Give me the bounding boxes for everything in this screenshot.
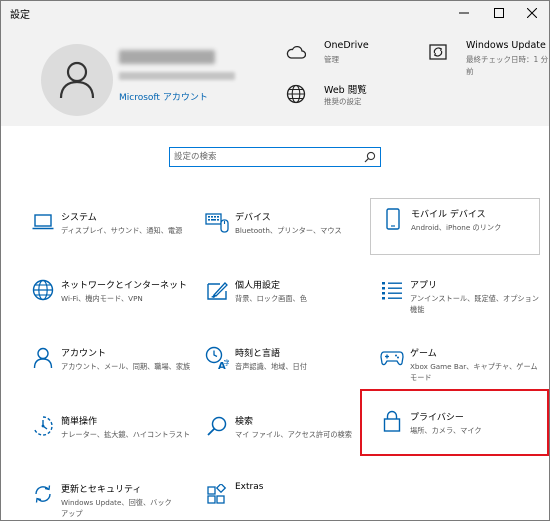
minimize-icon bbox=[459, 12, 469, 14]
onedrive-subtitle: 管理 bbox=[324, 55, 339, 64]
tile-search-subtitle: マイ ファイル、アクセス許可の検索 bbox=[235, 430, 352, 439]
tile-devices[interactable]: デバイス Bluetooth、プリンター、マウス bbox=[195, 204, 365, 256]
tile-gaming-subtitle: Xbox Game Bar、キャプチャ、ゲーム モード bbox=[410, 362, 538, 382]
tile-privacy-title: プライバシー bbox=[410, 413, 464, 423]
microsoft-account-link[interactable]: Microsoft アカウント bbox=[119, 90, 208, 103]
window-title: 設定 bbox=[10, 10, 30, 21]
windows-update-subtitle-line1: 最終チェック日時：1 分 bbox=[466, 55, 549, 64]
apps-list-icon bbox=[380, 278, 404, 302]
account-header: Microsoft アカウント OneDrive 管理 Web 閲覧 推奨の設定… bbox=[1, 25, 549, 126]
keyboard-icon bbox=[205, 210, 229, 234]
maximize-button[interactable] bbox=[482, 1, 516, 25]
close-button[interactable] bbox=[515, 1, 549, 25]
tile-mobile-devices[interactable]: モバイル デバイス Android、iPhone のリンク bbox=[370, 198, 540, 255]
windows-update-subtitle: 最終チェック日時：1 分 前 bbox=[466, 54, 548, 78]
lock-icon bbox=[380, 409, 404, 433]
tile-ease-of-access-title: 簡単操作 bbox=[61, 417, 98, 427]
tile-devices-title: デバイス bbox=[235, 213, 271, 223]
gamepad-icon bbox=[380, 346, 404, 370]
update-icon bbox=[31, 482, 55, 506]
minimize-button[interactable] bbox=[447, 1, 481, 25]
tile-privacy-subtitle: 場所、カメラ、マイク bbox=[410, 426, 482, 435]
tile-search[interactable]: 検索 マイ ファイル、アクセス許可の検索 bbox=[195, 408, 365, 460]
tile-ease-of-access-subtitle: ナレーター、拡大鏡、ハイコントラスト bbox=[61, 430, 191, 439]
tile-personalization-title: 個人用設定 bbox=[235, 281, 281, 291]
search-input[interactable] bbox=[174, 150, 354, 164]
tile-network-title: ネットワークとインターネット bbox=[61, 281, 188, 291]
web-browsing-title: Web 閲覧 bbox=[324, 85, 367, 96]
extras-icon bbox=[205, 482, 229, 506]
tile-ease-of-access[interactable]: 簡単操作 ナレーター、拡大鏡、ハイコントラスト bbox=[21, 408, 191, 460]
person-icon bbox=[59, 61, 95, 99]
sync-icon bbox=[426, 40, 450, 64]
cloud-icon bbox=[284, 40, 308, 64]
tile-extras-title: Extras bbox=[235, 482, 264, 492]
tile-time-language[interactable]: A 字 時刻と言語 音声認識、地域、日付 bbox=[195, 340, 365, 392]
tile-devices-subtitle: Bluetooth、プリンター、マウス bbox=[235, 226, 342, 235]
tile-update-security[interactable]: 更新とセキュリティ Windows Update、回復、バックアップ bbox=[21, 476, 191, 520]
avatar[interactable] bbox=[41, 44, 113, 116]
tile-gaming[interactable]: ゲーム Xbox Game Bar、キャプチャ、ゲーム モード bbox=[370, 340, 540, 392]
tile-apps-title: アプリ bbox=[410, 281, 438, 291]
person-icon bbox=[31, 346, 55, 370]
search-icon[interactable] bbox=[364, 151, 376, 163]
phone-icon bbox=[381, 207, 405, 231]
tile-accounts-title: アカウント bbox=[61, 349, 107, 359]
tile-search-title: 検索 bbox=[235, 417, 254, 427]
maximize-icon bbox=[494, 8, 504, 18]
tile-personalization[interactable]: 個人用設定 背景、ロック画面、色 bbox=[195, 272, 365, 324]
tile-extras[interactable]: Extras bbox=[195, 476, 365, 516]
windows-update-subtitle-line2: 前 bbox=[466, 67, 474, 76]
tile-accounts[interactable]: アカウント アカウント、メール、同期、職場、家族 bbox=[21, 340, 191, 392]
onedrive-title: OneDrive bbox=[324, 40, 369, 51]
tile-network-subtitle: Wi-Fi、機内モード、VPN bbox=[61, 294, 143, 303]
tile-privacy[interactable]: プライバシー 場所、カメラ、マイク bbox=[360, 389, 549, 456]
tile-system[interactable]: システム ディスプレイ、サウンド、通知、電源 bbox=[21, 204, 191, 256]
tile-personalization-subtitle: 背景、ロック画面、色 bbox=[235, 294, 307, 303]
search-icon bbox=[205, 414, 229, 438]
laptop-icon bbox=[31, 210, 55, 234]
tile-update-security-title: 更新とセキュリティ bbox=[61, 485, 142, 495]
tile-system-title: システム bbox=[61, 213, 97, 223]
user-name-blurred bbox=[119, 50, 215, 64]
time-language-icon: A 字 bbox=[205, 346, 229, 370]
tile-apps[interactable]: アプリ アンインストール、既定値、オプション機能 bbox=[370, 272, 540, 324]
settings-window: 設定 Microsoft アカウント OneDrive 管理 Web 閲覧 推奨… bbox=[0, 0, 550, 521]
tile-apps-subtitle: アンインストール、既定値、オプション機能 bbox=[410, 294, 539, 314]
tile-time-language-title: 時刻と言語 bbox=[235, 349, 281, 359]
close-icon bbox=[527, 8, 537, 18]
user-email-blurred bbox=[119, 72, 235, 80]
paint-icon bbox=[205, 278, 229, 302]
globe-icon bbox=[284, 82, 308, 106]
tile-mobile-devices-title: モバイル デバイス bbox=[411, 210, 486, 220]
ease-of-access-icon bbox=[31, 414, 55, 438]
title-bar: 設定 bbox=[1, 1, 549, 25]
settings-search-box[interactable] bbox=[169, 147, 381, 167]
tile-accounts-subtitle: アカウント、メール、同期、職場、家族 bbox=[61, 362, 191, 371]
svg-text:字: 字 bbox=[224, 358, 230, 367]
windows-update-title: Windows Update bbox=[466, 40, 546, 51]
tile-mobile-devices-subtitle: Android、iPhone のリンク bbox=[411, 223, 502, 232]
tile-update-security-subtitle: Windows Update、回復、バックアップ bbox=[61, 498, 172, 518]
globe-icon bbox=[31, 278, 55, 302]
tile-gaming-title: ゲーム bbox=[410, 349, 437, 359]
tile-network[interactable]: ネットワークとインターネット Wi-Fi、機内モード、VPN bbox=[21, 272, 191, 324]
web-browsing-subtitle: 推奨の設定 bbox=[324, 97, 362, 106]
tile-system-subtitle: ディスプレイ、サウンド、通知、電源 bbox=[61, 226, 183, 235]
tile-time-language-subtitle: 音声認識、地域、日付 bbox=[235, 362, 307, 371]
